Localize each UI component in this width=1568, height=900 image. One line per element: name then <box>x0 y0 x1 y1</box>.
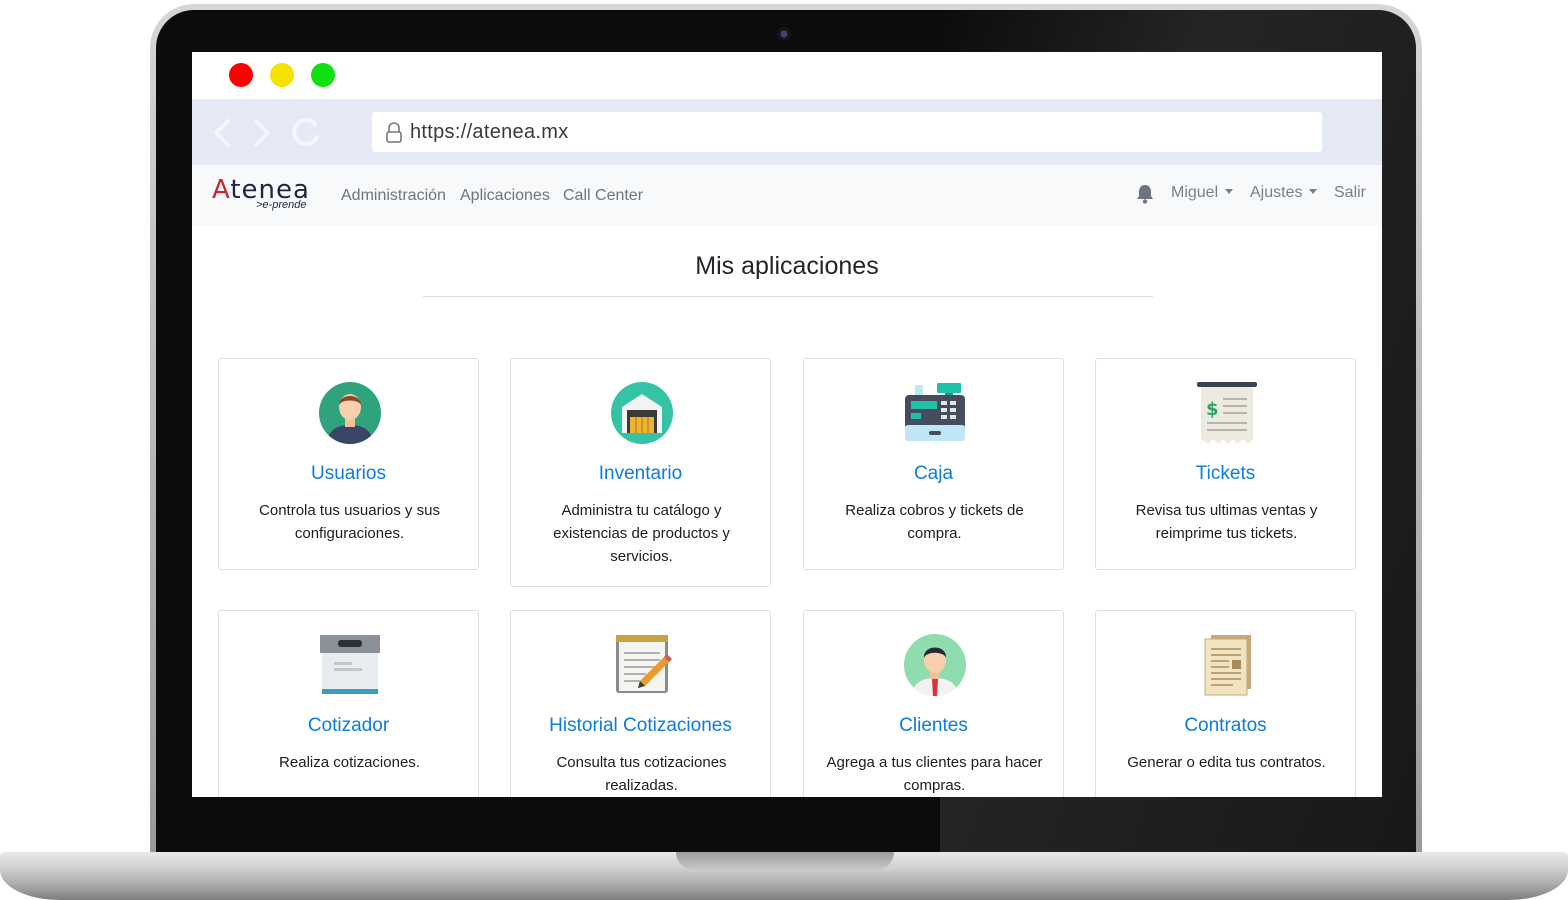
nav-link-call-center[interactable]: Call Center <box>563 187 643 205</box>
app-card-cotizador[interactable]: Cotizador Realiza cotizaciones. <box>218 610 479 797</box>
svg-text:$: $ <box>1206 399 1219 420</box>
title-divider <box>423 296 1153 297</box>
close-window-button[interactable] <box>229 63 253 87</box>
logo-tagline: >e-prende <box>256 199 307 211</box>
user-menu-dropdown[interactable]: Miguel <box>1171 184 1233 202</box>
webcam <box>777 27 791 41</box>
app-description: Consulta tus cotizaciones realizadas. <box>556 754 727 794</box>
cash-register-icon <box>903 381 967 445</box>
app-title[interactable]: Usuarios <box>219 463 478 485</box>
archive-box-icon <box>318 633 382 697</box>
app-card-usuarios[interactable]: Usuarios Controla tus usuarios y sus con… <box>218 358 479 570</box>
address-bar[interactable]: https://atenea.mx <box>372 112 1322 152</box>
app-description: Controla tus usuarios y sus configuracio… <box>259 502 440 542</box>
laptop-base-notch <box>676 852 894 870</box>
app-description: Administra tu catálogo y existencias de … <box>553 502 730 565</box>
back-arrow-icon[interactable] <box>206 115 242 151</box>
logout-link[interactable]: Salir <box>1334 184 1366 202</box>
app-card-tickets[interactable]: $ Tickets Revisa tus ultimas ventas y re… <box>1095 358 1356 570</box>
app-title[interactable]: Tickets <box>1096 463 1355 485</box>
app-title[interactable]: Contratos <box>1096 715 1355 737</box>
app-description: Realiza cotizaciones. <box>279 754 420 771</box>
window-titlebar <box>192 52 1382 99</box>
app-title[interactable]: Caja <box>804 463 1063 485</box>
app-card-caja[interactable]: Caja Realiza cobros y tickets de compra. <box>803 358 1064 570</box>
atenea-logo[interactable]: Atenea >e-prende <box>212 175 312 211</box>
bell-icon[interactable] <box>1136 184 1154 204</box>
reload-icon[interactable] <box>288 115 324 151</box>
minimize-window-button[interactable] <box>270 63 294 87</box>
settings-menu-dropdown[interactable]: Ajustes <box>1250 184 1317 202</box>
nav-link-administracion[interactable]: Administración <box>341 187 446 205</box>
nav-link-aplicaciones[interactable]: Aplicaciones <box>460 187 550 205</box>
app-navbar: Atenea >e-prende Administración Aplicaci… <box>192 165 1382 225</box>
page-title: Mis aplicaciones <box>695 252 879 280</box>
lock-icon <box>384 122 404 144</box>
app-card-historial-cotizaciones[interactable]: Historial Cotizaciones Consulta tus coti… <box>510 610 771 797</box>
app-card-inventario[interactable]: Inventario Administra tu catálogo y exis… <box>510 358 771 587</box>
notepad-pencil-icon <box>610 633 674 697</box>
app-description: Agrega a tus clientes para hacer compras… <box>826 754 1043 794</box>
warehouse-icon <box>610 381 674 445</box>
app-description: Generar o edita tus contratos. <box>1127 754 1326 771</box>
app-description: Revisa tus ultimas ventas y reimprime tu… <box>1135 502 1318 542</box>
app-title[interactable]: Inventario <box>511 463 770 485</box>
user-avatar-icon <box>318 381 382 445</box>
receipt-icon: $ <box>1195 381 1259 445</box>
browser-toolbar: https://atenea.mx <box>192 99 1382 165</box>
app-card-contratos[interactable]: Contratos Generar o edita tus contratos. <box>1095 610 1356 797</box>
forward-arrow-icon[interactable] <box>242 115 278 151</box>
browser-window: https://atenea.mx Atenea >e-prende Admin… <box>192 52 1382 797</box>
app-description: Realiza cobros y tickets de compra. <box>845 502 1024 542</box>
app-title[interactable]: Cotizador <box>219 715 478 737</box>
app-title[interactable]: Historial Cotizaciones <box>511 715 770 737</box>
url-text: https://atenea.mx <box>410 121 569 143</box>
client-avatar-icon <box>903 633 967 697</box>
app-title[interactable]: Clientes <box>804 715 1063 737</box>
contract-document-icon <box>1195 633 1259 697</box>
app-card-clientes[interactable]: Clientes Agrega a tus clientes para hace… <box>803 610 1064 797</box>
maximize-window-button[interactable] <box>311 63 335 87</box>
